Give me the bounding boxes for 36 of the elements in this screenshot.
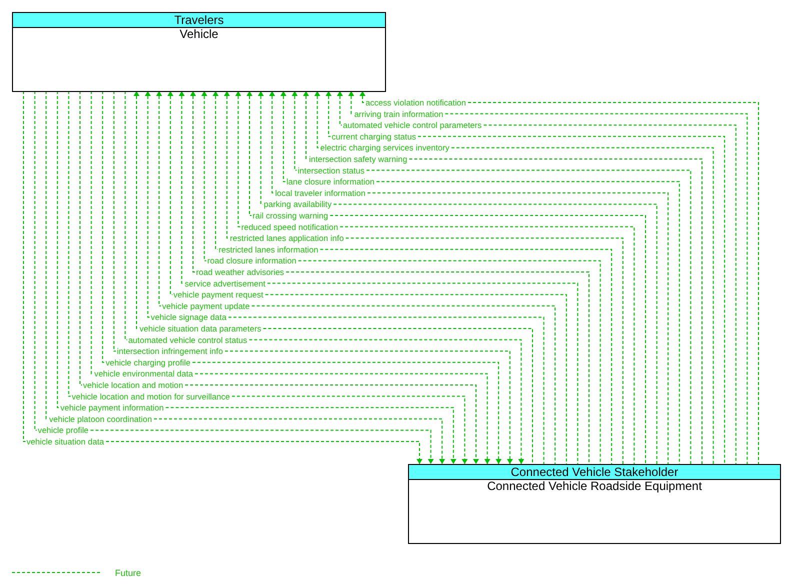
node-name: Connected Vehicle Roadside Equipment — [486, 480, 703, 493]
node-header: Connected Vehicle Stakeholder — [409, 465, 780, 480]
flow-label: vehicle location and motion for surveillance — [72, 391, 230, 402]
flow-label: vehicle location and motion — [83, 380, 184, 390]
flow-label: vehicle situation data parameters — [140, 324, 262, 334]
flow-label: local traveler information — [275, 188, 366, 198]
flow-label: vehicle payment information — [60, 402, 164, 413]
flow-label: vehicle signage data — [150, 312, 226, 322]
flow-label: parking availability — [264, 199, 332, 210]
flow-label: rail crossing warning — [252, 210, 328, 220]
node-header: Travelers — [13, 13, 385, 28]
flow-label: vehicle profile — [38, 425, 89, 436]
legend-label: Future — [115, 568, 142, 578]
flow-label: access violation notification — [366, 98, 466, 108]
flow-label: intersection status — [298, 165, 365, 176]
node-name: Vehicle — [178, 28, 220, 41]
flow-label: vehicle charging profile — [106, 357, 190, 368]
flow-label: intersection infringement info — [116, 346, 223, 356]
flow-label: current charging status — [332, 131, 416, 142]
flow-label: vehicle situation data — [26, 436, 104, 446]
flow-label: service advertisement — [184, 278, 266, 288]
flow-label: lane closure information — [286, 176, 374, 187]
flow-label: intersection safety warning — [309, 154, 408, 164]
flow-label: restricted lanes information — [218, 244, 318, 254]
flow-label: electric charging services inventory — [320, 142, 450, 153]
flow-label: automated vehicle control status — [128, 334, 248, 345]
flow-label: road closure information — [207, 256, 296, 266]
flow-label: vehicle payment update — [162, 300, 250, 311]
flow-label: road weather advisories — [196, 267, 284, 277]
flow-label: automated vehicle control parameters — [342, 120, 482, 130]
flow-label: arriving train information — [354, 108, 444, 119]
flow-label: vehicle platoon coordination — [49, 414, 152, 424]
flow-label: restricted lanes application info — [230, 233, 344, 244]
flow-label: vehicle payment request — [173, 290, 264, 300]
flow-label: reduced speed notification — [241, 222, 338, 232]
flow-label: vehicle environmental data — [94, 368, 193, 379]
